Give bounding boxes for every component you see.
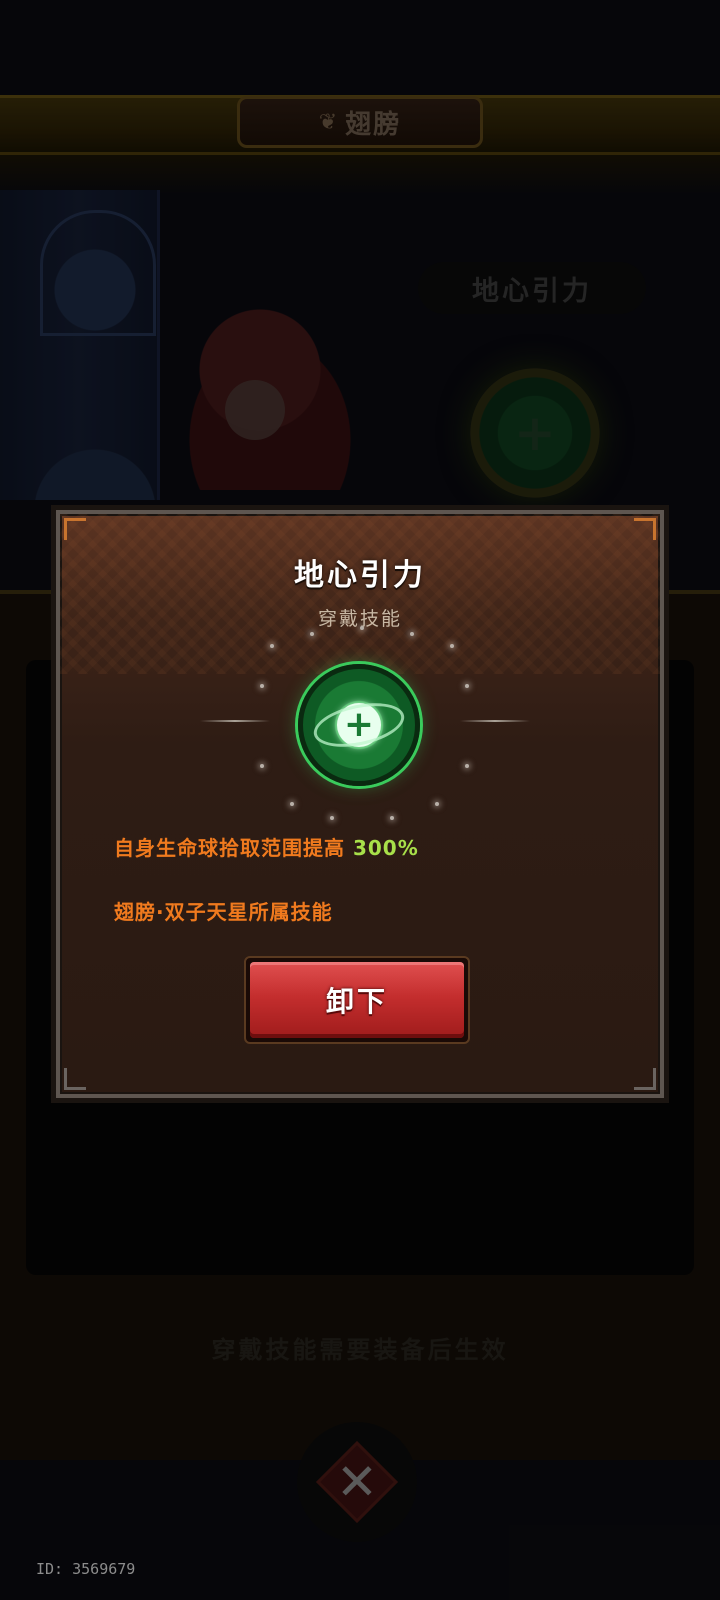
sparkle xyxy=(360,626,364,630)
sparkle xyxy=(465,764,469,768)
effect-value: 300% xyxy=(352,836,419,860)
sparkle xyxy=(310,632,314,636)
dialog-title: 地心引力 xyxy=(294,558,426,593)
corner-ornament xyxy=(634,518,656,540)
sparkle xyxy=(450,644,454,648)
skill-source-description: 翅膀·双子天星所属技能 xyxy=(114,900,333,924)
sparkle xyxy=(260,684,264,688)
corner-ornament xyxy=(634,1068,656,1090)
sparkle xyxy=(330,816,334,820)
effect-text: 自身生命球拾取范围提高 xyxy=(114,836,345,860)
sparkle xyxy=(435,802,439,806)
gravity-plus-orb-icon: + xyxy=(298,664,420,786)
unequip-button[interactable]: 卸下 xyxy=(244,956,470,1044)
sparkle xyxy=(390,816,394,820)
sparkle-ray xyxy=(460,720,530,722)
unequip-button-label: 卸下 xyxy=(325,985,388,1018)
sparkle xyxy=(260,764,264,768)
skill-detail-dialog: 地心引力 穿戴技能 + 自身生命球拾取范围提高 300% 翅膀·双子天星所属技能… xyxy=(56,510,664,1098)
corner-ornament xyxy=(64,518,86,540)
sparkle xyxy=(410,632,414,636)
sparkle xyxy=(270,644,274,648)
orbit-ring xyxy=(309,695,409,755)
corner-ornament xyxy=(64,1068,86,1090)
sparkle xyxy=(290,802,294,806)
sparkle xyxy=(465,684,469,688)
skill-effect-description: 自身生命球拾取范围提高 300% xyxy=(114,832,419,861)
unequip-button-face[interactable]: 卸下 xyxy=(250,962,464,1038)
player-id: ID: 3569679 xyxy=(36,1560,136,1578)
sparkle-ray xyxy=(200,720,270,722)
